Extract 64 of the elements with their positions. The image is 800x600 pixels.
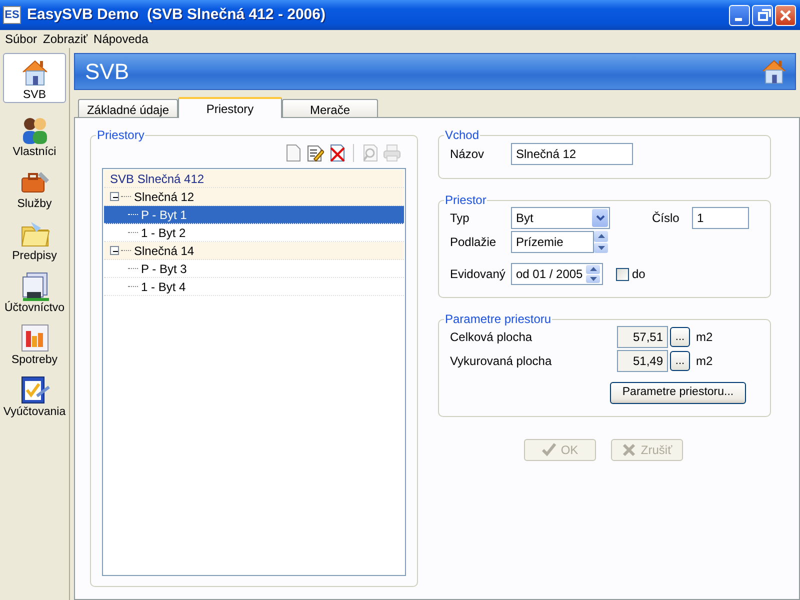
tab[interactable]: Priestory — [178, 97, 282, 118]
arrow-down-icon — [590, 276, 596, 281]
parameters-button[interactable]: Parametre priestoru... — [610, 382, 746, 404]
restore-button[interactable] — [752, 4, 773, 26]
checkmark-icon — [542, 443, 556, 457]
field-label: Evidovaný — [450, 266, 506, 283]
field-label: Číslo — [652, 210, 680, 227]
tab[interactable]: Merače — [282, 99, 378, 117]
text-field[interactable]: Slnečná 12 — [511, 143, 633, 165]
spin-buttons[interactable] — [586, 265, 600, 283]
app-logo: ES — [3, 6, 21, 24]
arrow-up-icon — [598, 234, 604, 238]
text-field[interactable]: 1 — [692, 207, 749, 229]
group-title: Parametre priestoru — [444, 312, 552, 326]
group-title: Vchod — [444, 128, 480, 142]
tree-item[interactable]: Slnečná 14 — [104, 242, 404, 260]
sidebar-item[interactable]: Spotreby — [3, 321, 66, 373]
field-label: Podlažie — [450, 234, 498, 251]
arrow-down-icon — [598, 246, 604, 250]
close-button[interactable] — [775, 4, 796, 26]
tab[interactable]: Základné údaje — [78, 99, 178, 117]
unit-label: m2 — [696, 329, 713, 346]
field-label: Typ — [450, 210, 470, 227]
sidebar-item[interactable]: Služby — [3, 165, 66, 217]
edit-document-icon[interactable] — [306, 144, 324, 162]
checkbox[interactable] — [616, 268, 629, 280]
checklist-icon — [18, 374, 50, 406]
unit-label: m2 — [696, 353, 713, 370]
dropdown[interactable]: Byt — [511, 207, 610, 229]
text-field[interactable]: Prízemie — [511, 231, 594, 253]
field-label: Vykurovaná plocha — [450, 353, 553, 370]
group-title: Priestor — [444, 193, 488, 207]
window-title: EasySVB Demo (SVB Slnečná 412 - 2006) — [27, 4, 326, 25]
bar-chart-icon — [18, 322, 50, 354]
delete-document-icon[interactable] — [328, 144, 346, 162]
sidebar-item[interactable]: Vyúčtovania — [3, 373, 66, 425]
checkbox-label: do — [632, 266, 646, 283]
arrow-up-icon — [590, 267, 596, 272]
number-field: 57,51 — [617, 326, 668, 348]
tree-item[interactable]: Slnečná 12 — [104, 188, 404, 206]
field-label: Celková plocha — [450, 329, 534, 346]
header-title: SVB — [85, 58, 130, 86]
minimize-icon — [734, 18, 742, 21]
group-title: Priestory — [96, 128, 146, 142]
menu-item[interactable]: Zobraziť — [40, 30, 91, 48]
sidebar-item[interactable]: SVB — [3, 53, 66, 103]
field-label: Názov — [450, 146, 486, 163]
tree-item[interactable]: P - Byt 3 — [104, 260, 404, 278]
sidebar-item[interactable]: Predpisy — [3, 217, 66, 269]
cross-icon — [622, 443, 636, 457]
tree-item[interactable]: 1 - Byt 4 — [104, 278, 404, 296]
date-field[interactable]: od 01 / 2005 — [511, 263, 603, 285]
tree-item[interactable]: P - Byt 1 — [104, 206, 404, 224]
sidebar-item[interactable]: Vlastníci — [3, 113, 66, 165]
sidebar-item[interactable]: Účtovníctvo — [3, 269, 66, 321]
minimize-button[interactable] — [729, 4, 750, 26]
menu-item[interactable]: Súbor — [2, 30, 40, 48]
browse-button[interactable]: ... — [670, 327, 690, 347]
spin-buttons[interactable] — [594, 231, 608, 253]
number-field: 51,49 — [617, 350, 668, 372]
menu-item[interactable]: Nápoveda — [90, 30, 152, 48]
chevron-down-icon[interactable] — [596, 215, 604, 221]
tree-item[interactable]: SVB Slnečná 412 — [104, 170, 404, 188]
browse-button[interactable]: ... — [670, 351, 690, 371]
